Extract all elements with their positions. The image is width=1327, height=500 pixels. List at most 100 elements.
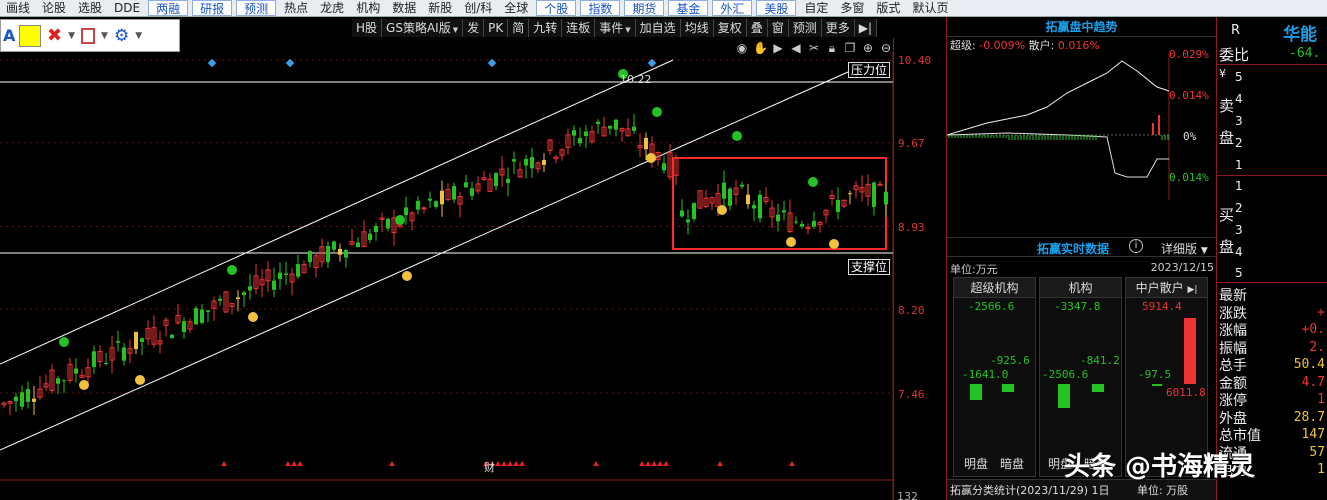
price-tick: 8.93: [898, 221, 925, 234]
sell-signal-marker: [808, 177, 818, 187]
pct-mid-up: 0.014%: [1169, 89, 1209, 102]
candle-body: [218, 298, 222, 301]
menu-item[interactable]: 论股: [36, 0, 72, 16]
menu-item[interactable]: 基金: [668, 0, 709, 16]
document-icon[interactable]: [81, 27, 96, 44]
candle-body: [776, 214, 780, 222]
diamond-marker: [207, 58, 217, 68]
menu-item[interactable]: 新股: [422, 0, 458, 16]
candle-body: [344, 249, 348, 258]
event-triangle-marker: [495, 461, 501, 466]
chart-toolbar-button[interactable]: 发: [463, 19, 485, 37]
buy-signal-marker: [248, 312, 258, 322]
chevron-down-icon[interactable]: ▼: [68, 31, 75, 41]
menu-item[interactable]: 自定: [798, 0, 834, 16]
dark-value: -2506.6: [1042, 368, 1089, 381]
bar-bright: [970, 384, 982, 400]
candle-body: [542, 159, 546, 165]
candle-body: [296, 264, 300, 277]
chart-toolbar-button[interactable]: 加自选: [636, 19, 681, 37]
event-triangle-marker: [789, 461, 795, 466]
chart-toolbar-button[interactable]: 叠: [747, 19, 768, 37]
delete-icon[interactable]: ✖: [47, 25, 62, 46]
text-color-button[interactable]: A: [3, 26, 15, 45]
candle-body: [338, 248, 342, 255]
info-icon[interactable]: i: [1129, 239, 1143, 253]
chart-toolbar-button[interactable]: 复权: [714, 19, 747, 37]
super-value: -0.009%: [979, 39, 1026, 52]
candle-body: [506, 178, 510, 183]
mode-dropdown[interactable]: 详细版 ▼: [1161, 240, 1208, 257]
price-tick: 9.67: [898, 137, 925, 150]
chart-toolbar-button[interactable]: ▶|: [855, 19, 878, 37]
candle-body: [494, 173, 498, 187]
watermark: 头条 @书海精灵: [1064, 452, 1256, 482]
gear-icon[interactable]: ⚙: [114, 26, 129, 46]
buy-level: 4: [1235, 245, 1243, 259]
candle-body: [434, 201, 438, 207]
sell-level: 5: [1235, 70, 1243, 84]
diamond-marker: [285, 58, 295, 68]
buy-level: 5: [1235, 266, 1243, 280]
chevron-down-icon[interactable]: ▼: [101, 31, 108, 41]
play-icon[interactable]: ▶|: [1187, 285, 1197, 295]
menu-item[interactable]: 多窗: [834, 0, 870, 16]
menu-item[interactable]: 选股: [72, 0, 108, 16]
quote-field-value: +: [1317, 304, 1325, 320]
candle-body: [134, 331, 138, 350]
menu-item[interactable]: 版式: [870, 0, 906, 16]
menu-item[interactable]: 画线: [0, 0, 36, 16]
candle-body: [92, 351, 96, 368]
candle-body: [848, 193, 852, 195]
fill-color-swatch[interactable]: [19, 24, 41, 47]
candle-body: [662, 163, 666, 171]
menu-item[interactable]: 指数: [580, 0, 621, 16]
buy-signal-marker: [402, 271, 412, 281]
chevron-down-icon[interactable]: ▼: [135, 31, 142, 41]
chart-toolbar-button[interactable]: 更多: [822, 19, 855, 37]
menu-item[interactable]: 预测: [236, 0, 277, 16]
menu-item[interactable]: 美股: [756, 0, 797, 16]
menu-item[interactable]: 研报: [192, 0, 233, 16]
chart-toolbar-button[interactable]: PK: [484, 19, 509, 37]
candle-body: [56, 378, 60, 384]
menu-item[interactable]: 机构: [350, 0, 386, 16]
menu-item[interactable]: 全球: [498, 0, 534, 16]
candlestick-chart[interactable]: 10.22 财: [0, 52, 893, 500]
event-triangle-marker: [519, 461, 525, 466]
chart-toolbar-button[interactable]: 窗: [768, 19, 789, 37]
unit-label: 单位:万元: [950, 263, 998, 276]
candle-body: [686, 219, 690, 223]
chart-toolbar-button[interactable]: 连板: [562, 19, 596, 37]
menu-item[interactable]: 期货: [624, 0, 665, 16]
chart-toolbar-button[interactable]: H股: [352, 19, 383, 37]
candle-body: [62, 380, 66, 382]
candle-body: [122, 347, 126, 361]
channel-upper-line: [0, 59, 674, 365]
retail-label: 散户:: [1028, 39, 1055, 52]
chart-toolbar-button[interactable]: 均线: [681, 19, 714, 37]
menu-item[interactable]: 外汇: [712, 0, 753, 16]
event-triangle-marker: [651, 461, 657, 466]
candle-body: [74, 368, 78, 374]
realtime-title: 拓赢实时数据: [1037, 242, 1110, 256]
chart-toolbar-button[interactable]: 预测: [789, 19, 822, 37]
menu-item[interactable]: 默认页: [906, 0, 954, 16]
chart-toolbar-button[interactable]: 九转: [529, 19, 563, 37]
chart-toolbar-button[interactable]: GS策略AI版: [382, 19, 464, 37]
menu-item[interactable]: DDE: [108, 0, 146, 16]
candle-body: [572, 130, 576, 136]
menu-item[interactable]: 龙虎: [314, 0, 350, 16]
menu-item[interactable]: 热点: [278, 0, 314, 16]
menu-item[interactable]: 两融: [148, 0, 189, 16]
menu-item[interactable]: 个股: [536, 0, 577, 16]
chart-toolbar-button[interactable]: 事件: [595, 19, 636, 37]
pct-zero: 0%: [1183, 130, 1197, 143]
candle-body: [14, 396, 18, 402]
chart-toolbar-button[interactable]: 简: [508, 19, 530, 37]
candle-body: [200, 309, 204, 323]
yen-icon: ¥: [1219, 67, 1226, 80]
dark-value: 6011.8: [1166, 386, 1206, 399]
menu-item[interactable]: 数据: [386, 0, 422, 16]
menu-item[interactable]: 创/科: [458, 0, 498, 16]
